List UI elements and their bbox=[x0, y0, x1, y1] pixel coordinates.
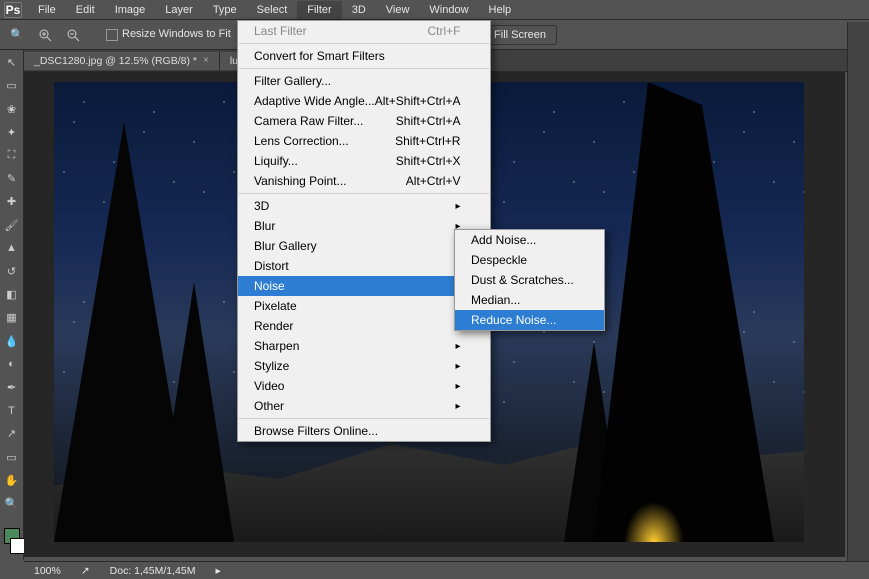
zoom-in-icon[interactable] bbox=[34, 24, 56, 46]
magic-wand-icon[interactable]: ✦ bbox=[2, 124, 22, 141]
submenu-item-reduce-noise[interactable]: Reduce Noise... bbox=[455, 310, 604, 330]
menu-edit[interactable]: Edit bbox=[66, 1, 105, 19]
move-tool-icon[interactable]: ↖ bbox=[2, 54, 22, 71]
dodge-tool-icon[interactable]: ◐ bbox=[2, 356, 22, 373]
menu-item-browse-filters-online[interactable]: Browse Filters Online... bbox=[238, 421, 490, 441]
menu-file[interactable]: File bbox=[28, 1, 66, 19]
menu-type[interactable]: Type bbox=[203, 1, 247, 19]
menu-item-3d[interactable]: 3D bbox=[238, 196, 490, 216]
shape-tool-icon[interactable]: ▭ bbox=[2, 448, 22, 465]
noise-submenu: Add Noise...DespeckleDust & Scratches...… bbox=[454, 229, 605, 331]
menu-item-render[interactable]: Render bbox=[238, 316, 490, 336]
history-brush-icon[interactable]: ↺ bbox=[2, 263, 22, 280]
menu-help[interactable]: Help bbox=[479, 1, 522, 19]
marquee-tool-icon[interactable]: ▭ bbox=[2, 77, 22, 94]
type-tool-icon[interactable]: T bbox=[2, 402, 22, 419]
menu-3d[interactable]: 3D bbox=[342, 1, 376, 19]
menu-item-filter-gallery[interactable]: Filter Gallery... bbox=[238, 71, 490, 91]
gradient-tool-icon[interactable]: ▦ bbox=[2, 309, 22, 326]
menu-item-adaptive-wide-angle[interactable]: Adaptive Wide Angle...Alt+Shift+Ctrl+A bbox=[238, 91, 490, 111]
eraser-tool-icon[interactable]: ◧ bbox=[2, 286, 22, 303]
menu-item-distort[interactable]: Distort bbox=[238, 256, 490, 276]
toolbox: ↖ ▭ ❀ ✦ ⛶ ✎ ✚ 🖌 ▲ ↺ ◧ ▦ 💧 ◐ ✒ T ↗ ▭ ✋ 🔍 bbox=[0, 50, 24, 560]
menubar: FileEditImageLayerTypeSelectFilter3DView… bbox=[0, 0, 869, 20]
hand-tool-icon[interactable]: ✋ bbox=[2, 472, 22, 489]
zoom-out-icon[interactable] bbox=[62, 24, 84, 46]
doc-size: Doc: 1,45M/1,45M bbox=[110, 565, 196, 577]
menu-item-pixelate[interactable]: Pixelate bbox=[238, 296, 490, 316]
resize-windows-checkbox[interactable]: Resize Windows to Fit bbox=[106, 28, 231, 40]
menu-filter[interactable]: Filter bbox=[297, 1, 341, 19]
menu-item-lens-correction[interactable]: Lens Correction...Shift+Ctrl+R bbox=[238, 131, 490, 151]
path-tool-icon[interactable]: ↗ bbox=[2, 425, 22, 442]
lasso-tool-icon[interactable]: ❀ bbox=[2, 100, 22, 117]
submenu-item-add-noise[interactable]: Add Noise... bbox=[455, 230, 604, 250]
document-tab[interactable]: _DSC1280.jpg @ 12.5% (RGB/8) * × bbox=[24, 52, 220, 70]
resize-windows-label: Resize Windows to Fit bbox=[122, 28, 231, 40]
zoom-tool-icon[interactable]: 🔍 bbox=[6, 24, 28, 46]
pen-tool-icon[interactable]: ✒ bbox=[2, 379, 22, 396]
menu-item-camera-raw-filter[interactable]: Camera Raw Filter...Shift+Ctrl+A bbox=[238, 111, 490, 131]
menu-item-stylize[interactable]: Stylize bbox=[238, 356, 490, 376]
menu-view[interactable]: View bbox=[376, 1, 420, 19]
menu-item-blur[interactable]: Blur bbox=[238, 216, 490, 236]
color-swatches[interactable] bbox=[4, 528, 20, 560]
chevron-right-icon[interactable]: ▸ bbox=[215, 565, 220, 577]
menu-item-convert-for-smart-filters[interactable]: Convert for Smart Filters bbox=[238, 46, 490, 66]
brush-tool-icon[interactable]: 🖌 bbox=[2, 216, 22, 233]
status-bar: 100% ↗ Doc: 1,45M/1,45M ▸ bbox=[24, 561, 869, 579]
submenu-item-dust-scratches[interactable]: Dust & Scratches... bbox=[455, 270, 604, 290]
healing-brush-icon[interactable]: ✚ bbox=[2, 193, 22, 210]
right-panel-dock[interactable] bbox=[847, 22, 869, 579]
menu-window[interactable]: Window bbox=[419, 1, 478, 19]
menu-item-vanishing-point[interactable]: Vanishing Point...Alt+Ctrl+V bbox=[238, 171, 490, 191]
fill-screen-button[interactable]: Fill Screen bbox=[483, 25, 557, 45]
menu-select[interactable]: Select bbox=[247, 1, 298, 19]
menu-item-other[interactable]: Other bbox=[238, 396, 490, 416]
clone-stamp-icon[interactable]: ▲ bbox=[2, 240, 22, 257]
menu-item-video[interactable]: Video bbox=[238, 376, 490, 396]
menu-item-noise[interactable]: Noise bbox=[238, 276, 490, 296]
close-icon[interactable]: × bbox=[203, 55, 209, 66]
zoom-tool-icon[interactable]: 🔍 bbox=[2, 495, 22, 512]
submenu-item-despeckle[interactable]: Despeckle bbox=[455, 250, 604, 270]
tab-label: _DSC1280.jpg @ 12.5% (RGB/8) * bbox=[34, 55, 197, 67]
eyedropper-icon[interactable]: ✎ bbox=[2, 170, 22, 187]
export-icon[interactable]: ↗ bbox=[81, 565, 90, 577]
menu-item-blur-gallery[interactable]: Blur Gallery bbox=[238, 236, 490, 256]
menu-item-sharpen[interactable]: Sharpen bbox=[238, 336, 490, 356]
submenu-item-median[interactable]: Median... bbox=[455, 290, 604, 310]
zoom-level[interactable]: 100% bbox=[34, 565, 61, 577]
menu-image[interactable]: Image bbox=[105, 1, 156, 19]
app-logo: Ps bbox=[4, 2, 22, 18]
crop-tool-icon[interactable]: ⛶ bbox=[2, 147, 22, 164]
blur-tool-icon[interactable]: 💧 bbox=[2, 332, 22, 349]
menu-item-liquify[interactable]: Liquify...Shift+Ctrl+X bbox=[238, 151, 490, 171]
menu-item-last-filter[interactable]: Last FilterCtrl+F bbox=[238, 21, 490, 41]
menu-layer[interactable]: Layer bbox=[155, 1, 203, 19]
